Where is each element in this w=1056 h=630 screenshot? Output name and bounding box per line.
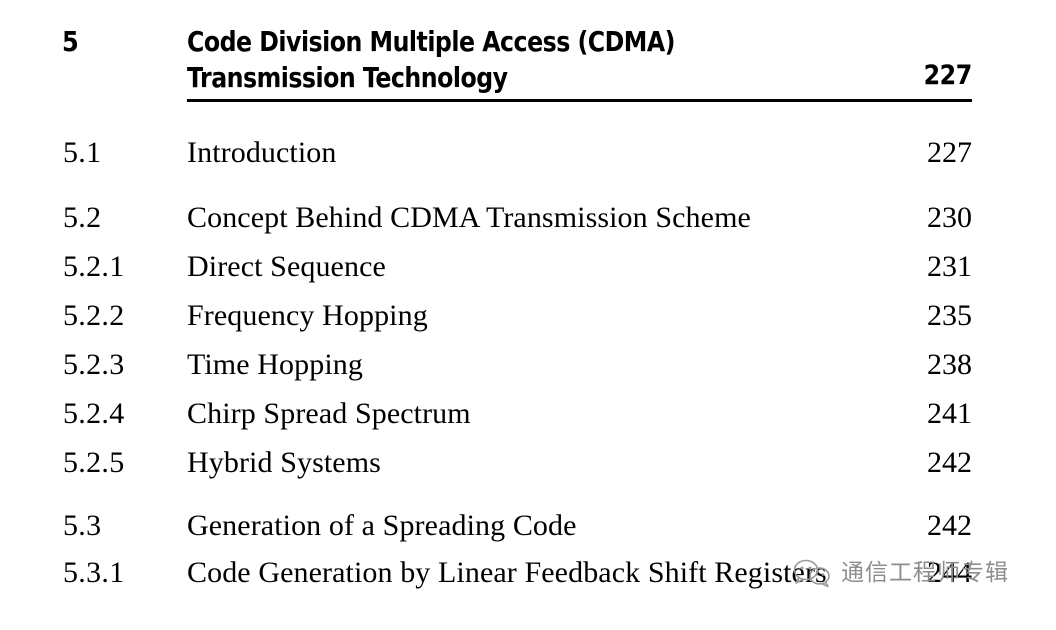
chapter-title-line-1: Code Division Multiple Access (CDMA) — [187, 25, 675, 58]
toc-entry-page: 230 — [927, 201, 972, 234]
toc-row[interactable]: 5.2.2 Frequency Hopping 235 — [0, 296, 1056, 336]
toc-entry-number: 5.2.5 — [63, 446, 125, 479]
toc-entry-number: 5.2.1 — [63, 250, 125, 283]
toc-row[interactable]: 5.2.3 Time Hopping 238 — [0, 345, 1056, 385]
toc-row[interactable]: 5.3.1 Code Generation by Linear Feedback… — [0, 553, 1056, 593]
toc-entry-number: 5.3 — [63, 509, 102, 542]
toc-entry-number: 5.2.4 — [63, 397, 125, 430]
chapter-page-number: 227 — [923, 60, 973, 91]
toc-entry-title: Direct Sequence — [187, 250, 386, 283]
chapter-number: 5 — [62, 25, 79, 58]
toc-entry-page: 227 — [927, 136, 972, 169]
toc-entry-title: Hybrid Systems — [187, 446, 381, 479]
toc-entry-title: Frequency Hopping — [187, 299, 428, 332]
toc-entry-title: Chirp Spread Spectrum — [187, 397, 471, 430]
toc-entry-page: 244 — [927, 556, 972, 589]
toc-row[interactable]: 5.3 Generation of a Spreading Code 242 — [0, 506, 1056, 546]
heading-divider-rule — [187, 99, 972, 102]
toc-row[interactable]: 5.2.1 Direct Sequence 231 — [0, 247, 1056, 287]
toc-entry-title: Introduction — [187, 136, 337, 169]
toc-row[interactable]: 5.2.5 Hybrid Systems 242 — [0, 443, 1056, 483]
toc-row[interactable]: 5.1 Introduction 227 — [0, 133, 1056, 173]
toc-entry-page: 231 — [927, 250, 972, 283]
toc-entry-page: 238 — [927, 348, 972, 381]
toc-entry-page: 241 — [927, 397, 972, 430]
toc-entry-title: Code Generation by Linear Feedback Shift… — [187, 556, 827, 589]
toc-entry-number: 5.2 — [63, 201, 102, 234]
toc-entry-title: Concept Behind CDMA Transmission Scheme — [187, 201, 751, 234]
toc-entry-number: 5.1 — [63, 136, 102, 169]
toc-row[interactable]: 5.2 Concept Behind CDMA Transmission Sch… — [0, 198, 1056, 238]
toc-row[interactable]: 5.2.4 Chirp Spread Spectrum 241 — [0, 394, 1056, 434]
chapter-title: Code Division Multiple Access (CDMA) Tra… — [187, 24, 972, 96]
toc-entry-number: 5.2.3 — [63, 348, 125, 381]
chapter-title-line-2: Transmission Technology — [187, 61, 508, 94]
toc-entry-number: 5.3.1 — [63, 556, 125, 589]
toc-entry-title: Generation of a Spreading Code — [187, 509, 577, 542]
toc-entry-page: 242 — [927, 446, 972, 479]
toc-entry-number: 5.2.2 — [63, 299, 125, 332]
document-page: 5 Code Division Multiple Access (CDMA) T… — [0, 0, 1056, 630]
toc-entry-title: Time Hopping — [187, 348, 363, 381]
toc-entry-page: 242 — [927, 509, 972, 542]
toc-entry-page: 235 — [927, 299, 972, 332]
